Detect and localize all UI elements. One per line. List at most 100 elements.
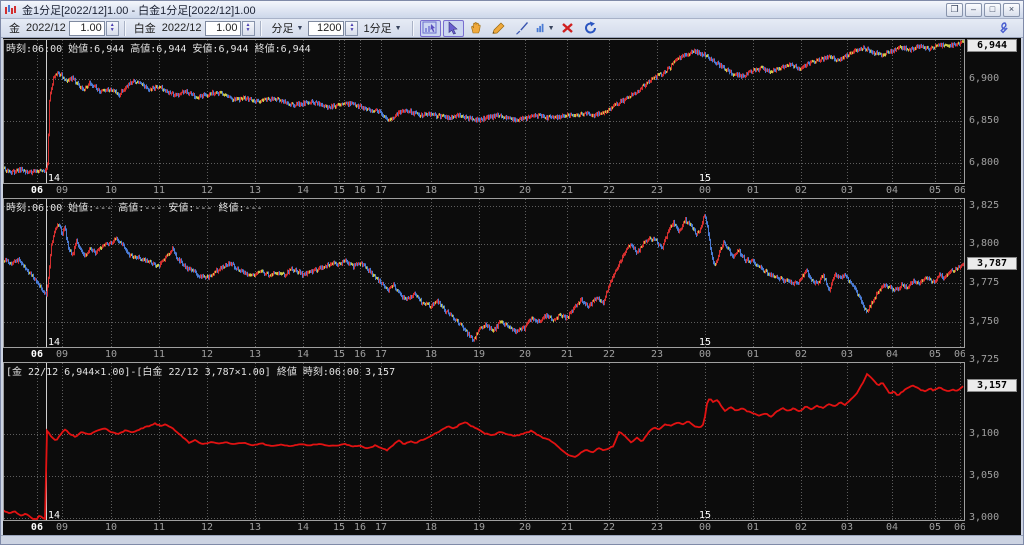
- toolbar-separator: [259, 20, 262, 36]
- bar-type-dropdown[interactable]: 分足 ▼: [267, 18, 309, 38]
- x-tick-label: 18: [424, 522, 437, 533]
- bar-count-input[interactable]: 1200: [308, 20, 345, 36]
- x-tick-label: 23: [651, 349, 664, 360]
- x-tick-label: 13: [249, 522, 262, 533]
- current-price-box: 6,944: [967, 39, 1017, 52]
- y-tick-label: 6,900: [969, 73, 1000, 85]
- select-arrow-icon[interactable]: [442, 19, 464, 37]
- current-price-box: 3,787: [967, 257, 1017, 271]
- x-tick-label: 17: [374, 349, 387, 360]
- x-tick-label: 14: [297, 522, 310, 533]
- x-tick-label: 06: [953, 185, 965, 196]
- time-axis-spread: 06 09 10 11 12 13 14 15 16 17 18 19 20 21 22 23 00 01 02 03…: [3, 521, 965, 535]
- x-tick-label: 06: [953, 349, 965, 360]
- x-tick-label: 19: [472, 185, 485, 196]
- y-tick-label: 3,825: [969, 199, 1000, 211]
- y-tick-label: 6,850: [969, 115, 1000, 127]
- interval-dropdown[interactable]: 1分足 ▼: [358, 18, 406, 38]
- gold-multiplier-input[interactable]: 1.00: [68, 20, 105, 36]
- minimize-button[interactable]: –: [965, 2, 982, 17]
- spread-chart-pane[interactable]: 14 15 [金 22/12 6,944×1.00]-[白金 22/12 3,78…: [3, 362, 965, 521]
- platinum-label: 白金: [133, 23, 156, 35]
- y-tick-label: 3,775: [969, 277, 1000, 289]
- window-title: 金1分足[2022/12]1.00 - 白金1分足[2022/12]1.00: [22, 4, 256, 17]
- x-tick-label: 13: [249, 349, 262, 360]
- x-tick-label: 06: [30, 185, 43, 196]
- x-tick-label: 02: [794, 349, 807, 360]
- refresh-icon[interactable]: [581, 20, 602, 37]
- x-tick-label: 05: [928, 522, 941, 533]
- x-tick-label: 11: [153, 185, 166, 196]
- gold-label: 金: [9, 23, 20, 35]
- x-tick-label: 14: [297, 349, 310, 360]
- x-tick-label: 16: [353, 522, 366, 533]
- x-tick-label: 03: [840, 522, 853, 533]
- chart-app-window: 金1分足[2022/12]1.00 - 白金1分足[2022/12]1.00 ❐…: [0, 0, 1024, 545]
- y-tick-label: 3,100: [969, 428, 1000, 440]
- x-tick-label: 18: [424, 349, 437, 360]
- close-button[interactable]: ×: [1003, 2, 1020, 17]
- x-tick-label: 22: [603, 349, 616, 360]
- x-tick-label: 16: [353, 185, 366, 196]
- x-tick-label: 20: [518, 349, 531, 360]
- date-marker: 14: [48, 337, 60, 348]
- gold-multiplier-stepper[interactable]: ▲ ▼: [105, 20, 119, 36]
- settings-wrench-icon[interactable]: [991, 20, 1012, 37]
- x-tick-label: 17: [374, 522, 387, 533]
- x-tick-label: 04: [885, 185, 898, 196]
- x-tick-label: 15: [332, 185, 346, 196]
- time-axis-platinum: 06 09 10 11 12 13 14 15 16 17 18 19 20 21 22 23 00 01 02 03…: [3, 348, 965, 362]
- platinum-multiplier-stepper[interactable]: ▲ ▼: [241, 20, 255, 36]
- pencil-icon[interactable]: [489, 20, 510, 37]
- chart-cursor-icon[interactable]: [419, 19, 441, 37]
- x-tick-label: 09: [55, 185, 68, 196]
- x-tick-label: 09: [55, 522, 68, 533]
- y-tick-label: 3,750: [969, 315, 1000, 327]
- y-tick-label: 3,050: [969, 470, 1000, 482]
- x-tick-label: 10: [105, 185, 118, 196]
- x-tick-label: 00: [698, 522, 711, 533]
- x-tick-label: 05: [928, 349, 941, 360]
- title-bar[interactable]: 金1分足[2022/12]1.00 - 白金1分足[2022/12]1.00 ❐…: [1, 1, 1023, 19]
- float-button[interactable]: ❐: [946, 2, 963, 17]
- platinum-multiplier-input[interactable]: 1.00: [204, 20, 241, 36]
- x-tick-label: 00: [698, 185, 711, 196]
- x-tick-label: 00: [698, 349, 711, 360]
- x-tick-label: 04: [885, 349, 898, 360]
- pan-hand-icon[interactable]: [466, 20, 487, 37]
- x-tick-label: 22: [603, 522, 616, 533]
- date-marker: 14: [48, 173, 60, 184]
- gold-chart-pane[interactable]: 14 15 時刻:06:00 始値:6,944 高値:6,944 安値:6,944…: [3, 39, 965, 184]
- gold-contract-label: 2022/12: [26, 22, 66, 34]
- x-tick-label: 05: [928, 185, 941, 196]
- x-tick-label: 12: [201, 185, 214, 196]
- x-tick-label: 12: [201, 522, 214, 533]
- x-tick-label: 01: [746, 522, 759, 533]
- y-tick-label: 6,800: [969, 157, 1000, 169]
- date-marker: 15: [699, 173, 711, 184]
- bar-count-stepper[interactable]: ▲ ▼: [345, 20, 359, 36]
- platinum-chart-pane[interactable]: 14 15 時刻:06:00 始値:--- 高値:--- 安値:--- 終値:--…: [3, 198, 965, 348]
- x-tick-label: 21: [560, 349, 574, 360]
- x-tick-label: 21: [560, 522, 574, 533]
- x-tick-label: 09: [55, 349, 68, 360]
- maximize-button[interactable]: □: [984, 2, 1001, 17]
- x-tick-label: 19: [472, 522, 485, 533]
- chart-type-icon[interactable]: ▼: [535, 20, 556, 37]
- x-tick-label: 11: [153, 522, 166, 533]
- time-axis-gold: 06 09 10 11 12 13 14 15 16 17 18 19 20 21 22 23 00 01 02 03…: [3, 184, 965, 198]
- price-axis[interactable]: 6,900 6,850 6,800 6,944 3,825 3,800 3,775 3,750…: [965, 38, 1021, 535]
- date-marker: 15: [699, 337, 711, 348]
- candlestick-app-icon: [5, 4, 16, 14]
- x-tick-label: 06: [30, 522, 43, 533]
- window-controls: ❐ – □ ×: [946, 2, 1020, 17]
- chart-region: 14 15 時刻:06:00 始値:6,944 高値:6,944 安値:6,944…: [3, 38, 1021, 535]
- delete-icon[interactable]: [558, 20, 579, 37]
- platinum-contract-label: 2022/12: [161, 22, 202, 34]
- x-tick-label: 03: [840, 349, 853, 360]
- x-tick-label: 15: [332, 349, 346, 360]
- toolbar-separator: [123, 20, 126, 36]
- x-tick-label: 18: [424, 185, 437, 196]
- pen-icon[interactable]: [512, 20, 533, 37]
- x-tick-label: 11: [153, 349, 166, 360]
